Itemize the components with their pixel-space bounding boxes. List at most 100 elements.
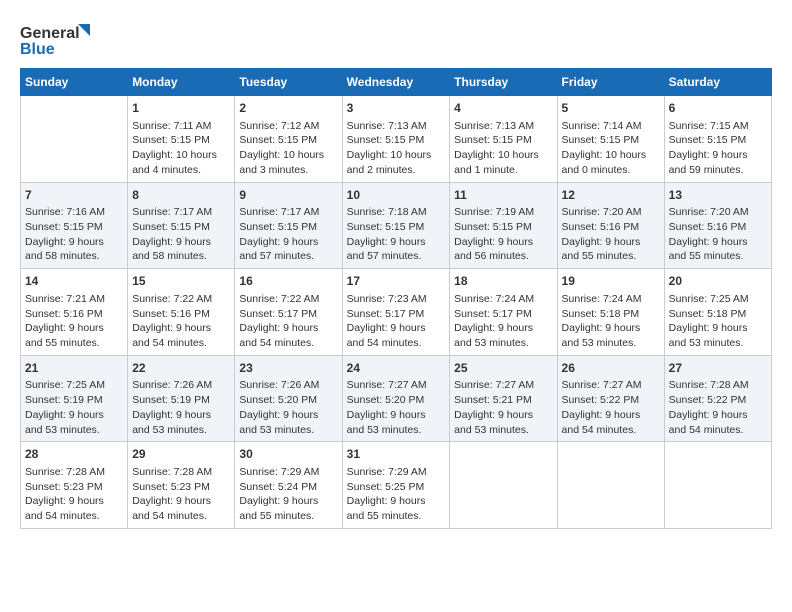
week-row-5: 28 Sunrise: 7:28 AM Sunset: 5:23 PM Dayli…	[21, 442, 772, 529]
calendar-cell: 31 Sunrise: 7:29 AM Sunset: 5:25 PM Dayli…	[342, 442, 450, 529]
day-info: Sunrise: 7:28 AM Sunset: 5:23 PM Dayligh…	[25, 465, 123, 524]
calendar-cell: 4 Sunrise: 7:13 AM Sunset: 5:15 PM Daylig…	[450, 96, 557, 183]
logo-svg: GeneralBlue	[20, 20, 100, 60]
day-info: Sunrise: 7:16 AM Sunset: 5:15 PM Dayligh…	[25, 205, 123, 264]
day-header-sunday: Sunday	[21, 69, 128, 96]
calendar-cell: 8Sunrise: 7:17 AM Sunset: 5:15 PM Daylig…	[128, 182, 235, 269]
day-header-wednesday: Wednesday	[342, 69, 450, 96]
day-number: 24	[347, 360, 446, 377]
day-number: 31	[347, 446, 446, 463]
week-row-3: 14Sunrise: 7:21 AM Sunset: 5:16 PM Dayli…	[21, 269, 772, 356]
day-number: 23	[239, 360, 337, 377]
calendar-cell: 1 Sunrise: 7:11 AM Sunset: 5:15 PM Daylig…	[128, 96, 235, 183]
day-info: Sunrise: 7:26 AM Sunset: 5:20 PM Dayligh…	[239, 378, 337, 437]
day-number: 3	[347, 100, 446, 117]
calendar-cell: 7Sunrise: 7:16 AM Sunset: 5:15 PM Daylig…	[21, 182, 128, 269]
logo: GeneralBlue	[20, 20, 100, 60]
day-number: 14	[25, 273, 123, 290]
calendar-cell: 13Sunrise: 7:20 AM Sunset: 5:16 PM Dayli…	[664, 182, 771, 269]
calendar-cell: 11Sunrise: 7:19 AM Sunset: 5:15 PM Dayli…	[450, 182, 557, 269]
svg-text:General: General	[20, 25, 80, 42]
calendar-cell: 2Sunrise: 7:12 AM Sunset: 5:15 PM Daylig…	[235, 96, 342, 183]
calendar-cell: 14Sunrise: 7:21 AM Sunset: 5:16 PM Dayli…	[21, 269, 128, 356]
calendar-cell: 18 Sunrise: 7:24 AM Sunset: 5:17 PM Dayli…	[450, 269, 557, 356]
header-row: SundayMondayTuesdayWednesdayThursdayFrid…	[21, 69, 772, 96]
calendar-cell: 12Sunrise: 7:20 AM Sunset: 5:16 PM Dayli…	[557, 182, 664, 269]
day-info: Sunrise: 7:23 AM Sunset: 5:17 PM Dayligh…	[347, 292, 446, 351]
day-header-saturday: Saturday	[664, 69, 771, 96]
day-info: Sunrise: 7:28 AM Sunset: 5:23 PM Dayligh…	[132, 465, 230, 524]
day-number: 16	[239, 273, 337, 290]
day-number: 21	[25, 360, 123, 377]
day-info: Sunrise: 7:29 AM Sunset: 5:24 PM Dayligh…	[239, 465, 337, 524]
day-number: 20	[669, 273, 767, 290]
day-info: Sunrise: 7:20 AM Sunset: 5:16 PM Dayligh…	[562, 205, 660, 264]
calendar-cell: 15Sunrise: 7:22 AM Sunset: 5:16 PM Dayli…	[128, 269, 235, 356]
day-info: Sunrise: 7:13 AM Sunset: 5:15 PM Dayligh…	[454, 119, 552, 178]
header: GeneralBlue	[20, 20, 772, 60]
day-number: 1	[132, 100, 230, 117]
day-info: Sunrise: 7:15 AM Sunset: 5:15 PM Dayligh…	[669, 119, 767, 178]
day-number: 12	[562, 187, 660, 204]
day-number: 17	[347, 273, 446, 290]
day-info: Sunrise: 7:20 AM Sunset: 5:16 PM Dayligh…	[669, 205, 767, 264]
calendar-cell: 27Sunrise: 7:28 AM Sunset: 5:22 PM Dayli…	[664, 355, 771, 442]
day-number: 10	[347, 187, 446, 204]
calendar-cell	[21, 96, 128, 183]
day-number: 6	[669, 100, 767, 117]
calendar-cell: 6 Sunrise: 7:15 AM Sunset: 5:15 PM Daylig…	[664, 96, 771, 183]
day-header-thursday: Thursday	[450, 69, 557, 96]
day-number: 7	[25, 187, 123, 204]
calendar-cell: 19Sunrise: 7:24 AM Sunset: 5:18 PM Dayli…	[557, 269, 664, 356]
day-number: 5	[562, 100, 660, 117]
day-info: Sunrise: 7:27 AM Sunset: 5:21 PM Dayligh…	[454, 378, 552, 437]
day-info: Sunrise: 7:17 AM Sunset: 5:15 PM Dayligh…	[239, 205, 337, 264]
day-number: 30	[239, 446, 337, 463]
day-number: 27	[669, 360, 767, 377]
day-number: 4	[454, 100, 552, 117]
day-info: Sunrise: 7:11 AM Sunset: 5:15 PM Dayligh…	[132, 119, 230, 178]
day-number: 8	[132, 187, 230, 204]
calendar-cell: 10Sunrise: 7:18 AM Sunset: 5:15 PM Dayli…	[342, 182, 450, 269]
day-info: Sunrise: 7:24 AM Sunset: 5:18 PM Dayligh…	[562, 292, 660, 351]
day-info: Sunrise: 7:28 AM Sunset: 5:22 PM Dayligh…	[669, 378, 767, 437]
day-number: 2	[239, 100, 337, 117]
calendar-cell: 3 Sunrise: 7:13 AM Sunset: 5:15 PM Daylig…	[342, 96, 450, 183]
day-number: 28	[25, 446, 123, 463]
day-info: Sunrise: 7:25 AM Sunset: 5:18 PM Dayligh…	[669, 292, 767, 351]
calendar-cell: 5 Sunrise: 7:14 AM Sunset: 5:15 PM Daylig…	[557, 96, 664, 183]
calendar-cell: 30 Sunrise: 7:29 AM Sunset: 5:24 PM Dayli…	[235, 442, 342, 529]
calendar-cell: 29Sunrise: 7:28 AM Sunset: 5:23 PM Dayli…	[128, 442, 235, 529]
day-number: 18	[454, 273, 552, 290]
calendar-cell: 28 Sunrise: 7:28 AM Sunset: 5:23 PM Dayli…	[21, 442, 128, 529]
calendar-cell	[450, 442, 557, 529]
calendar-cell: 26Sunrise: 7:27 AM Sunset: 5:22 PM Dayli…	[557, 355, 664, 442]
calendar-cell: 9Sunrise: 7:17 AM Sunset: 5:15 PM Daylig…	[235, 182, 342, 269]
day-number: 9	[239, 187, 337, 204]
day-info: Sunrise: 7:29 AM Sunset: 5:25 PM Dayligh…	[347, 465, 446, 524]
day-number: 22	[132, 360, 230, 377]
day-info: Sunrise: 7:26 AM Sunset: 5:19 PM Dayligh…	[132, 378, 230, 437]
calendar-cell: 20 Sunrise: 7:25 AM Sunset: 5:18 PM Dayli…	[664, 269, 771, 356]
calendar-cell	[664, 442, 771, 529]
day-info: Sunrise: 7:13 AM Sunset: 5:15 PM Dayligh…	[347, 119, 446, 178]
day-info: Sunrise: 7:27 AM Sunset: 5:22 PM Dayligh…	[562, 378, 660, 437]
day-info: Sunrise: 7:17 AM Sunset: 5:15 PM Dayligh…	[132, 205, 230, 264]
calendar-cell: 16 Sunrise: 7:22 AM Sunset: 5:17 PM Dayli…	[235, 269, 342, 356]
day-info: Sunrise: 7:19 AM Sunset: 5:15 PM Dayligh…	[454, 205, 552, 264]
day-info: Sunrise: 7:27 AM Sunset: 5:20 PM Dayligh…	[347, 378, 446, 437]
day-info: Sunrise: 7:24 AM Sunset: 5:17 PM Dayligh…	[454, 292, 552, 351]
calendar-cell: 17 Sunrise: 7:23 AM Sunset: 5:17 PM Dayli…	[342, 269, 450, 356]
calendar-cell: 22Sunrise: 7:26 AM Sunset: 5:19 PM Dayli…	[128, 355, 235, 442]
day-info: Sunrise: 7:14 AM Sunset: 5:15 PM Dayligh…	[562, 119, 660, 178]
calendar-cell: 25Sunrise: 7:27 AM Sunset: 5:21 PM Dayli…	[450, 355, 557, 442]
day-number: 26	[562, 360, 660, 377]
day-info: Sunrise: 7:22 AM Sunset: 5:17 PM Dayligh…	[239, 292, 337, 351]
calendar-cell	[557, 442, 664, 529]
day-header-tuesday: Tuesday	[235, 69, 342, 96]
calendar-cell: 23Sunrise: 7:26 AM Sunset: 5:20 PM Dayli…	[235, 355, 342, 442]
week-row-2: 7Sunrise: 7:16 AM Sunset: 5:15 PM Daylig…	[21, 182, 772, 269]
week-row-4: 21Sunrise: 7:25 AM Sunset: 5:19 PM Dayli…	[21, 355, 772, 442]
day-header-friday: Friday	[557, 69, 664, 96]
svg-text:Blue: Blue	[20, 41, 55, 58]
